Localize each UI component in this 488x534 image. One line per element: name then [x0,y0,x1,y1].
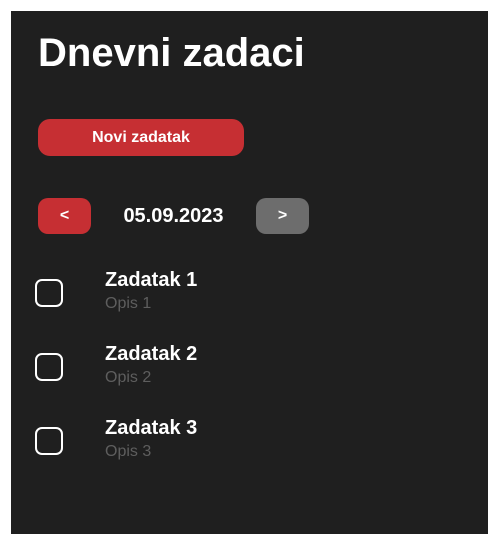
page-title: Dnevni zadaci [38,31,305,75]
task-item: Zadatak 2 Opis 2 [11,340,488,414]
task-name: Zadatak 1 [105,269,198,291]
next-day-button[interactable]: > [256,198,309,234]
task-description: Opis 3 [105,443,152,460]
current-date: 05.09.2023 [123,205,224,227]
previous-day-button[interactable]: < [38,198,91,234]
app-panel: Dnevni zadaci Novi zadatak < 05.09.2023 … [11,11,488,534]
task-name: Zadatak 2 [105,343,198,365]
task-description: Opis 2 [105,369,152,386]
task-checkbox[interactable] [35,427,63,455]
task-name: Zadatak 3 [105,417,198,439]
task-checkbox[interactable] [35,353,63,381]
date-navigation: < 05.09.2023 > [38,198,311,234]
task-description: Opis 1 [105,295,152,312]
task-item: Zadatak 3 Opis 3 [11,414,488,488]
new-task-button[interactable]: Novi zadatak [38,119,244,156]
task-checkbox[interactable] [35,279,63,307]
task-list: Zadatak 1 Opis 1 Zadatak 2 Opis 2 Zadata… [11,266,488,488]
task-item: Zadatak 1 Opis 1 [11,266,488,340]
